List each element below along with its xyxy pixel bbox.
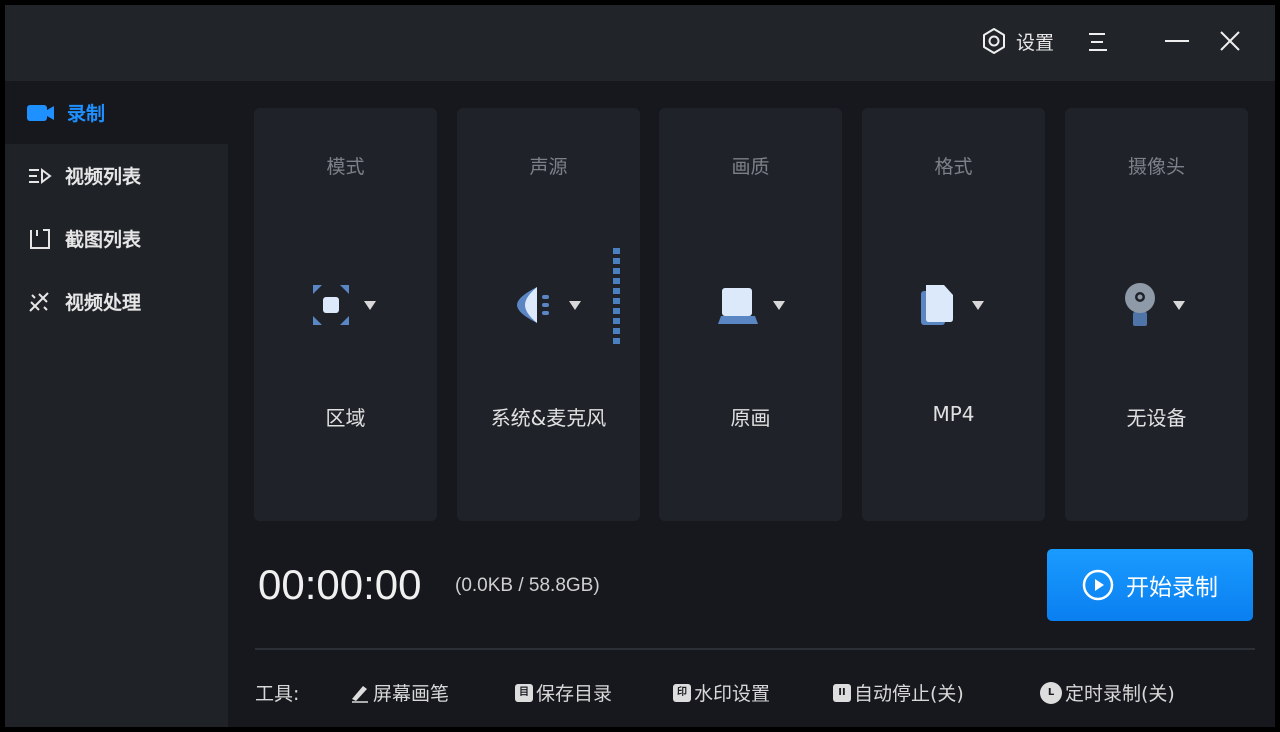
minimize-button[interactable]	[1165, 31, 1189, 53]
monitor-icon	[717, 286, 759, 324]
divider	[255, 648, 1255, 650]
format-card[interactable]: 格式 MP4	[862, 108, 1045, 521]
settings-label: 设置	[1016, 28, 1054, 55]
screenshot-list-icon	[27, 227, 53, 251]
tool-label: 保存目录	[536, 679, 612, 706]
quality-card[interactable]: 画质 原画	[659, 108, 842, 521]
sidebar-item-label: 视频列表	[65, 162, 141, 189]
pen-icon	[350, 683, 370, 703]
tools-label: 工具:	[255, 679, 299, 706]
scheduled-recording-button[interactable]: L 定时录制(关)	[1040, 679, 1175, 706]
chevron-down-icon[interactable]	[1173, 301, 1185, 310]
menu-button[interactable]	[1087, 31, 1109, 53]
auto-stop-button[interactable]: II 自动停止(关)	[833, 679, 964, 706]
watermark-icon: 印	[673, 684, 691, 702]
region-select-icon	[312, 284, 350, 326]
chevron-down-icon[interactable]	[569, 301, 581, 310]
speaker-icon	[515, 285, 555, 325]
menu-icon	[1087, 31, 1109, 53]
file-icon	[920, 283, 958, 327]
webcam-icon	[1123, 282, 1159, 328]
video-list-icon	[27, 166, 53, 186]
tools-bar: 工具: 屏幕画笔 目 保存目录 印 水印设置 II 自动停止(关) L 定时录制…	[255, 679, 1255, 709]
tool-label: 定时录制(关)	[1065, 679, 1175, 706]
camera-card[interactable]: 摄像头 无设备	[1065, 108, 1248, 521]
sidebar-item-label: 视频处理	[65, 288, 141, 315]
app-window: 设置 录制 视频列表 截图列表 视频处理 模式	[5, 5, 1275, 727]
tool-label: 自动停止(关)	[854, 679, 964, 706]
title-bar: 设置	[5, 5, 1275, 81]
card-label: 模式	[254, 152, 437, 179]
settings-icon	[980, 27, 1008, 55]
sidebar-item-label: 录制	[67, 99, 105, 126]
sidebar: 录制 视频列表 截图列表 视频处理	[5, 81, 228, 727]
screen-pen-button[interactable]: 屏幕画笔	[350, 679, 449, 706]
mode-card[interactable]: 模式 区域	[254, 108, 437, 521]
sidebar-item-video-list[interactable]: 视频列表	[5, 144, 228, 207]
audio-source-card[interactable]: 声源 系统&麦克风	[457, 108, 640, 521]
card-value: 区域	[254, 402, 437, 431]
sidebar-item-video-processing[interactable]: 视频处理	[5, 270, 228, 333]
card-value: 原画	[659, 402, 842, 431]
video-tools-icon	[27, 290, 53, 314]
card-value: MP4	[862, 402, 1045, 426]
card-value: 无设备	[1065, 402, 1248, 431]
volume-meter	[613, 248, 621, 346]
video-camera-icon	[27, 104, 55, 122]
tool-label: 水印设置	[694, 679, 770, 706]
sidebar-item-screenshot-list[interactable]: 截图列表	[5, 207, 228, 270]
card-label: 画质	[659, 152, 842, 179]
start-recording-label: 开始录制	[1126, 568, 1218, 602]
chevron-down-icon[interactable]	[773, 301, 785, 310]
card-value: 系统&麦克风	[457, 402, 640, 431]
card-label: 格式	[862, 152, 1045, 179]
sidebar-item-record[interactable]: 录制	[5, 81, 228, 144]
card-label: 声源	[457, 152, 640, 179]
pause-icon: II	[833, 684, 851, 702]
card-label: 摄像头	[1065, 152, 1248, 179]
save-directory-button[interactable]: 目 保存目录	[515, 679, 612, 706]
clock-icon: L	[1040, 682, 1062, 704]
close-button[interactable]	[1220, 31, 1240, 51]
settings-button[interactable]: 设置	[980, 27, 1054, 55]
watermark-settings-button[interactable]: 印 水印设置	[673, 679, 770, 706]
start-recording-button[interactable]: 开始录制	[1047, 549, 1253, 621]
sidebar-item-label: 截图列表	[65, 225, 141, 252]
chevron-down-icon[interactable]	[972, 301, 984, 310]
chevron-down-icon[interactable]	[364, 301, 376, 310]
tool-label: 屏幕画笔	[373, 679, 449, 706]
file-size-status: (0.0KB / 58.8GB)	[455, 575, 600, 597]
recording-timer: 00:00:00	[258, 561, 422, 609]
close-icon	[1220, 31, 1240, 51]
folder-doc-icon: 目	[515, 684, 533, 702]
play-circle-icon	[1082, 569, 1114, 601]
minimize-icon	[1165, 31, 1189, 53]
